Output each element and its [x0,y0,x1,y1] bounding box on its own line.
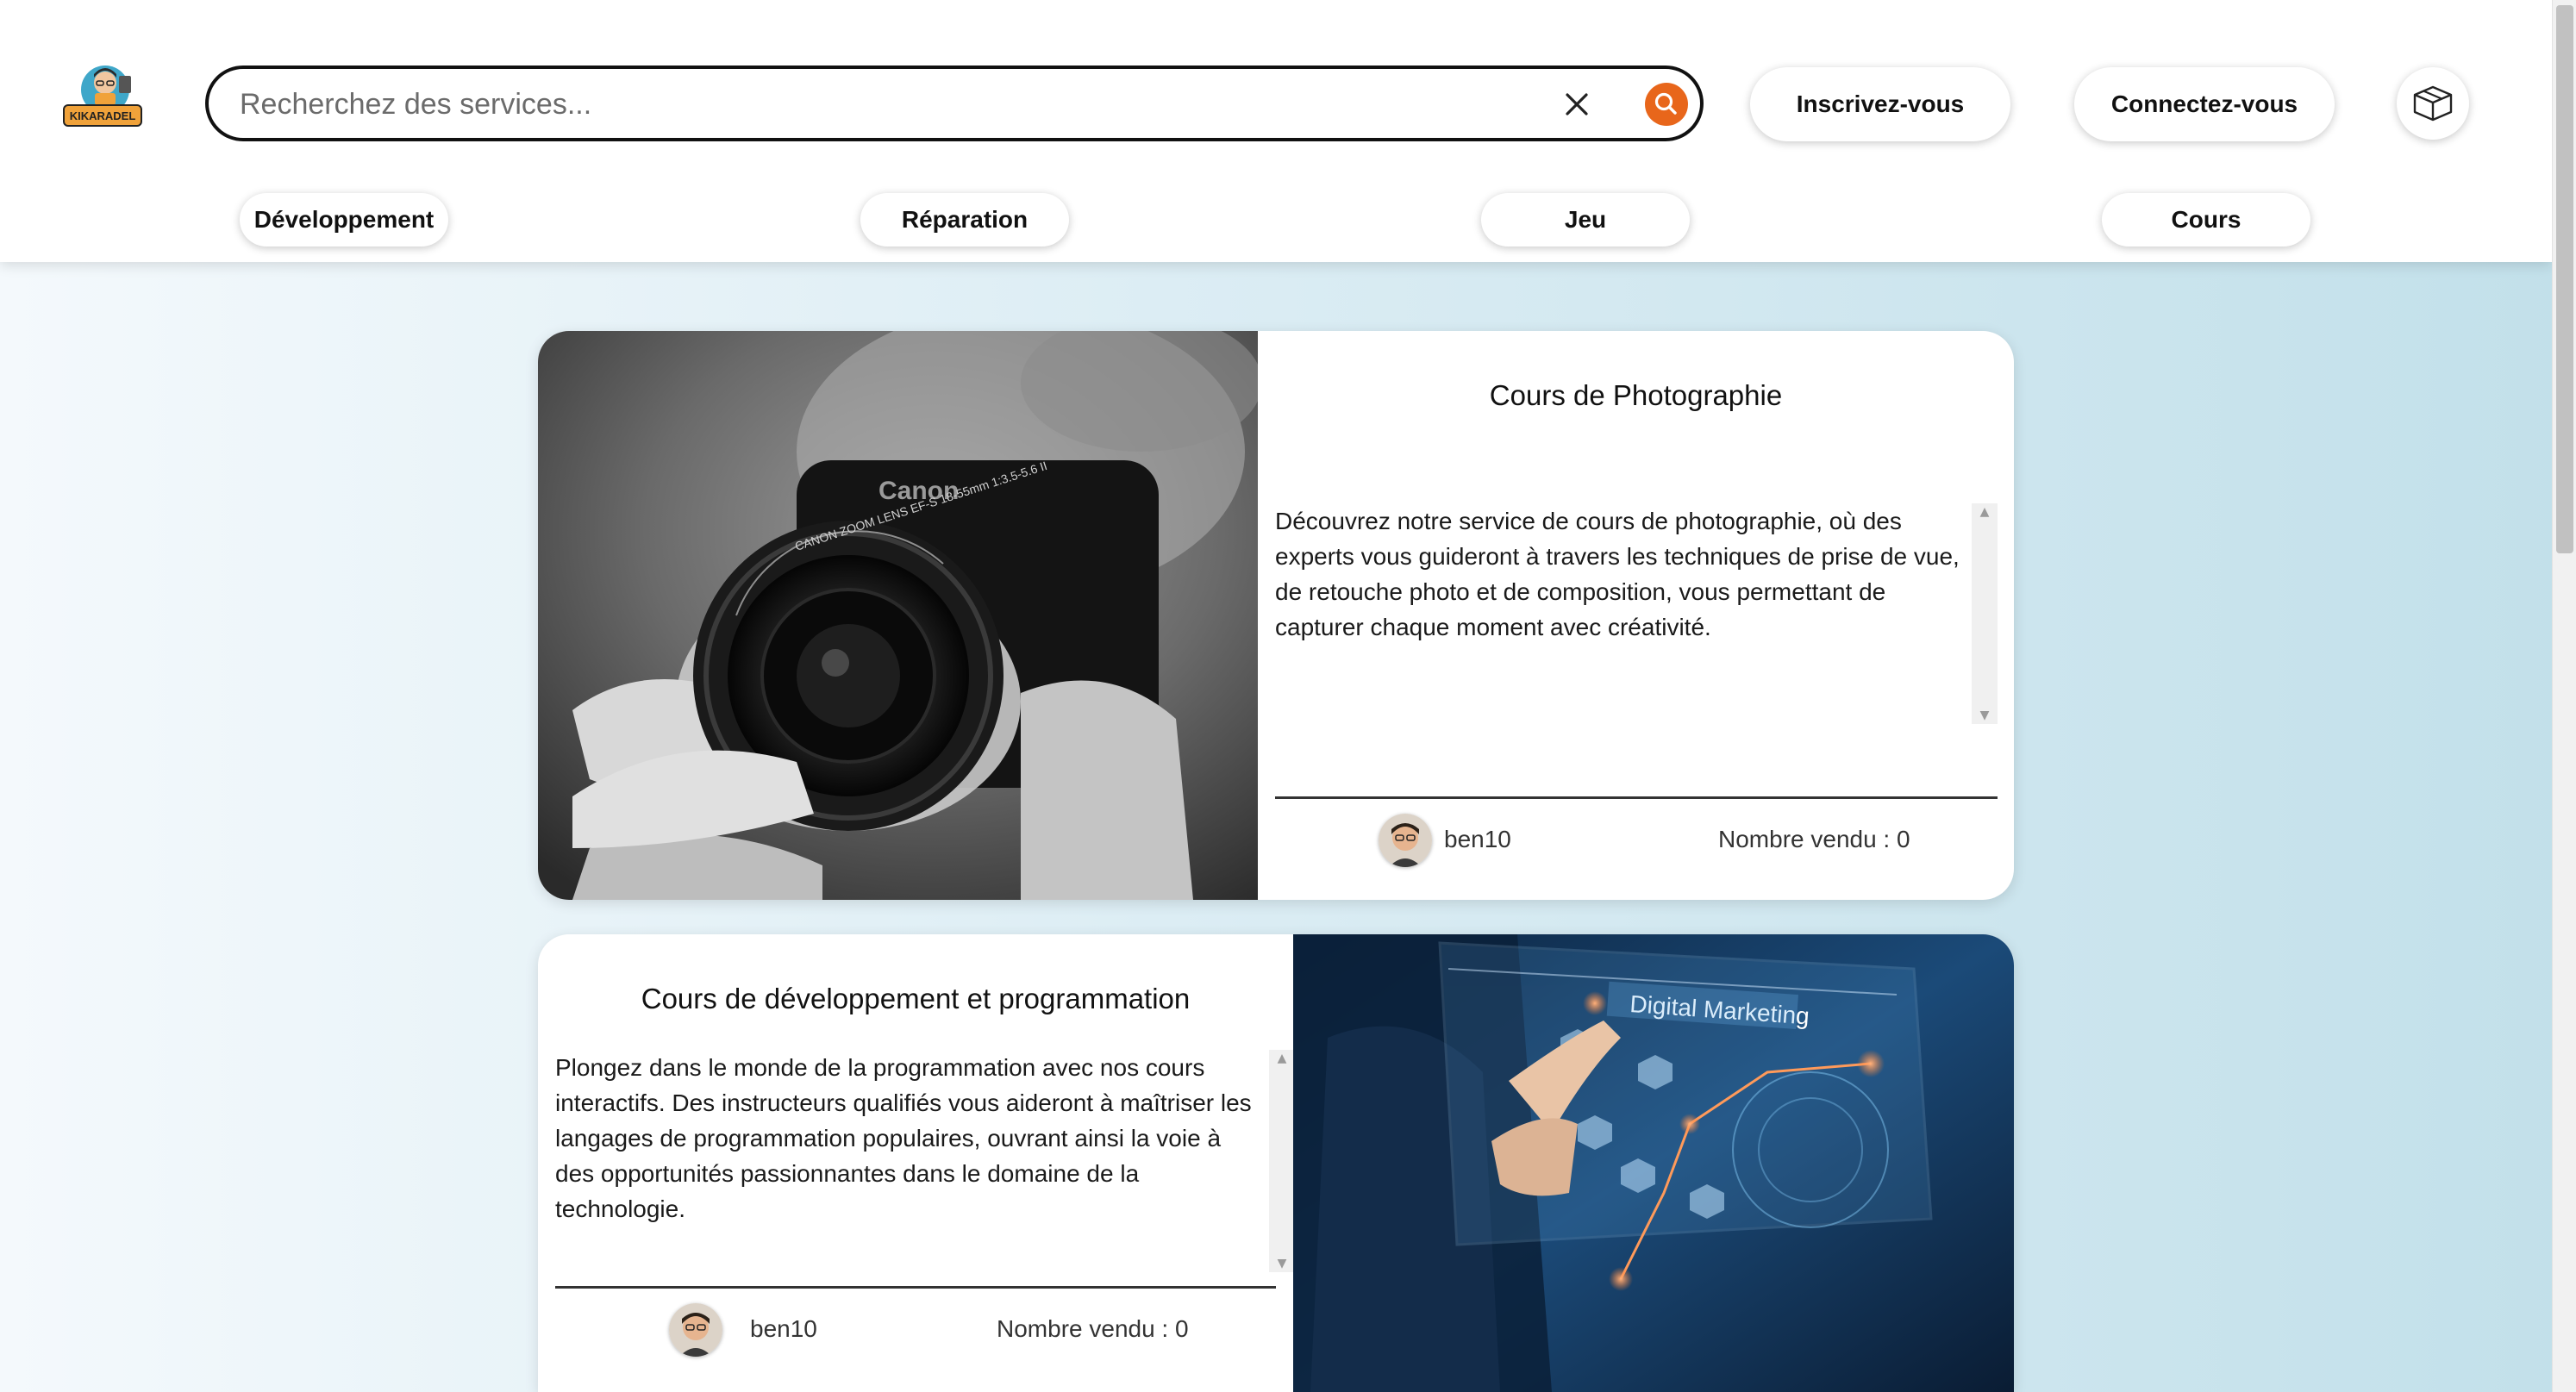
search-button[interactable] [1645,83,1688,126]
service-image-camera: Canon CANON ZOOM LENS EF-S 18-55mm 1:3.5… [538,331,1258,900]
seller-name[interactable]: ben10 [750,1315,817,1343]
page-scrollbar[interactable] [2552,0,2576,1392]
service-description: Plongez dans le monde de la programmatio… [555,1054,1252,1222]
card-divider [1275,796,1998,799]
scroll-down-arrow-icon[interactable]: ▼ [1269,1257,1295,1270]
service-description: Découvrez notre service de cours de phot… [1275,508,1960,640]
category-developpement[interactable]: Développement [240,193,448,247]
seller-name[interactable]: ben10 [1444,826,1511,853]
login-button[interactable]: Connectez-vous [2074,67,2335,141]
cart-button[interactable] [2397,67,2469,140]
service-title[interactable]: Cours de Photographie [1258,379,2014,412]
seller-avatar[interactable] [669,1303,722,1357]
scroll-up-arrow-icon[interactable]: ▲ [1972,505,1998,519]
kikaradel-logo[interactable]: KIKARADEL [59,60,147,131]
service-description-box[interactable]: Plongez dans le monde de la programmatio… [555,1050,1295,1272]
seller-avatar[interactable] [1379,814,1432,867]
sold-count: Nombre vendu : 0 [997,1315,1189,1342]
card-divider [555,1286,1276,1289]
clear-search-button[interactable] [1557,84,1597,124]
service-description-box[interactable]: Découvrez notre service de cours de phot… [1275,503,1998,724]
search-bar [205,66,1704,141]
site-header: KIKARADEL Inscrivez-vous Connectez-vous … [0,0,2552,262]
service-details: Cours de développement et programmation … [538,934,1295,1392]
service-image-digital-marketing: Digital Marketing [1293,934,2014,1392]
search-input[interactable] [240,81,1533,128]
service-card[interactable]: Canon CANON ZOOM LENS EF-S 18-55mm 1:3.5… [538,331,2014,900]
service-card[interactable]: Cours de développement et programmation … [538,934,2014,1392]
category-reparation[interactable]: Réparation [860,193,1069,247]
category-cours[interactable]: Cours [2102,193,2310,247]
page-scrollbar-thumb[interactable] [2556,5,2573,553]
category-jeu[interactable]: Jeu [1481,193,1690,247]
scroll-down-arrow-icon[interactable]: ▼ [1972,708,1998,722]
box-icon [2413,85,2453,122]
scroll-up-arrow-icon[interactable]: ▲ [1269,1052,1295,1065]
service-details: Cours de Photographie Découvrez notre se… [1258,331,2014,900]
service-title[interactable]: Cours de développement et programmation [538,983,1293,1015]
close-icon [1566,93,1588,115]
sold-count: Nombre vendu : 0 [1718,826,1910,852]
signup-button[interactable]: Inscrivez-vous [1750,67,2010,141]
logo-text: KIKARADEL [70,109,136,122]
description-scrollbar[interactable]: ▲ ▼ [1972,503,1998,724]
description-scrollbar[interactable]: ▲ ▼ [1269,1050,1295,1272]
search-icon [1654,92,1677,115]
